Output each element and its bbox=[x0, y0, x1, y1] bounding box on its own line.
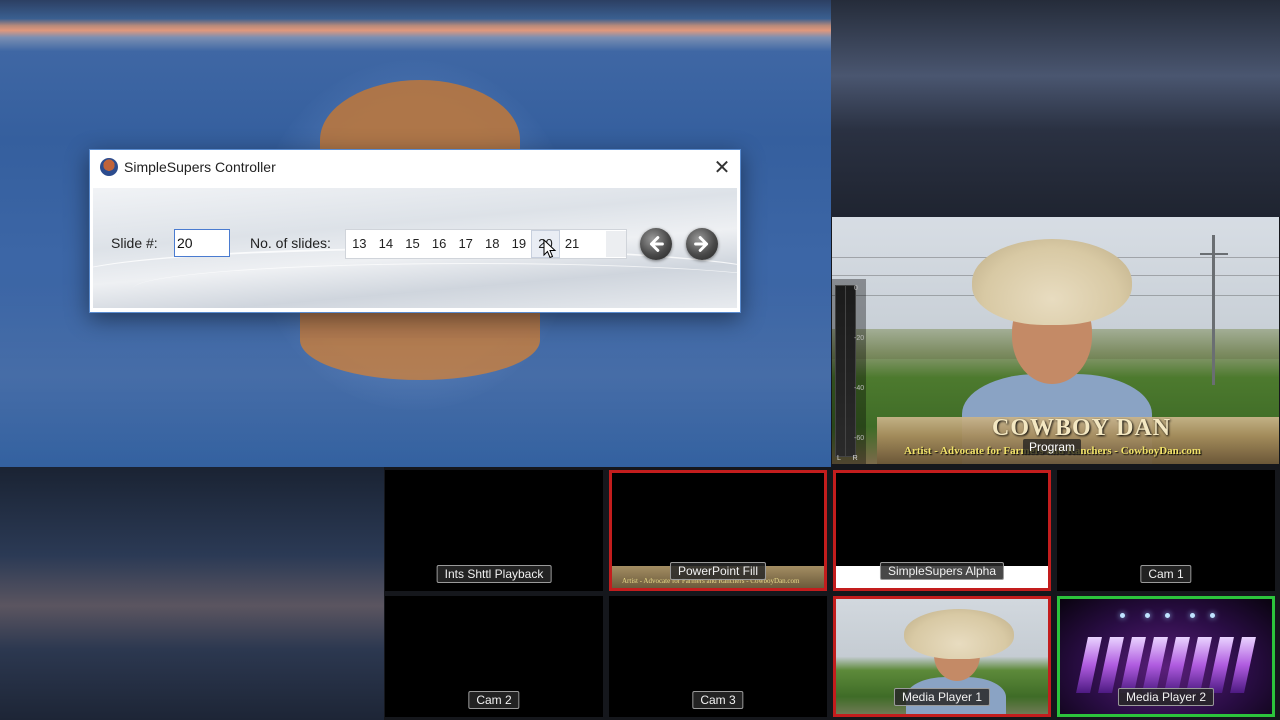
slide-number-item[interactable]: 21 bbox=[559, 231, 586, 257]
multiview-tile-media-player-2[interactable]: Media Player 2 bbox=[1057, 596, 1275, 717]
stage-light bbox=[1165, 613, 1170, 618]
slide-number-label: Slide #: bbox=[111, 235, 158, 251]
stage-column bbox=[1164, 637, 1190, 693]
stage-light bbox=[1210, 613, 1215, 618]
tile-label: Media Player 1 bbox=[893, 688, 991, 706]
slide-number-item[interactable]: 19 bbox=[506, 231, 533, 257]
audio-meter-right bbox=[845, 285, 856, 457]
arrow-left-icon bbox=[649, 236, 664, 252]
multiview-tile-media-player-1[interactable]: Media Player 1 bbox=[833, 596, 1051, 717]
multiview-tile-cam-3[interactable]: Cam 3 bbox=[609, 596, 827, 717]
slide-number-item[interactable]: 16 bbox=[426, 231, 453, 257]
vu-tick: -40 bbox=[854, 385, 865, 392]
lower-third-name: COWBOY DAN bbox=[992, 415, 1172, 441]
stage-column bbox=[1098, 637, 1124, 693]
tile-label: Cam 3 bbox=[692, 691, 744, 709]
multiview-tile-cam-1[interactable]: Cam 1 bbox=[1057, 470, 1275, 591]
stage-column bbox=[1120, 637, 1146, 693]
vu-tick: -20 bbox=[854, 335, 865, 342]
presenter-hat bbox=[904, 609, 1014, 659]
slide-number-item[interactable]: 17 bbox=[452, 231, 479, 257]
tile-label: Media Player 2 bbox=[1117, 688, 1215, 706]
multiview-tile-simplesupers-alpha[interactable]: SimpleSupers Alpha bbox=[833, 470, 1051, 591]
app-logo-icon bbox=[100, 158, 118, 176]
vu-tick: 0 bbox=[854, 285, 858, 292]
stage-light bbox=[1120, 613, 1125, 618]
slide-number-item[interactable]: 15 bbox=[399, 231, 426, 257]
window-title: SimpleSupers Controller bbox=[124, 159, 276, 175]
close-icon: ✕ bbox=[713, 156, 731, 179]
tile-label: SimpleSupers Alpha bbox=[879, 562, 1005, 580]
list-scroll-area[interactable] bbox=[606, 231, 626, 257]
stage-column bbox=[1230, 637, 1256, 693]
stage-column bbox=[1208, 637, 1234, 693]
close-button[interactable]: ✕ bbox=[704, 152, 740, 182]
vu-channel-label: L R bbox=[837, 455, 863, 462]
mouse-cursor-icon bbox=[543, 239, 557, 259]
program-label: Program bbox=[1023, 439, 1082, 455]
tile-label: Cam 2 bbox=[468, 691, 520, 709]
simplesupers-controller-window: SimpleSupers Controller ✕ Slide #: No. o… bbox=[89, 149, 741, 313]
multiview-tile-ints-shttl-playback[interactable]: Ints Shttl Playback bbox=[385, 470, 603, 591]
stage-light bbox=[1145, 613, 1150, 618]
next-slide-button[interactable] bbox=[686, 228, 718, 260]
slide-number-item[interactable]: 13 bbox=[346, 231, 373, 257]
stage-column bbox=[1186, 637, 1212, 693]
stage-column bbox=[1076, 637, 1102, 693]
multiview-tile-powerpoint-fill[interactable]: Artist - Advocate for Farmers and Ranche… bbox=[609, 470, 827, 591]
background-strip-right bbox=[831, 0, 1280, 217]
program-monitor: COWBOY DAN Artist - Advocate for Farmers… bbox=[832, 217, 1279, 464]
slide-number-item[interactable]: 14 bbox=[373, 231, 400, 257]
slide-number-item[interactable]: 18 bbox=[479, 231, 506, 257]
multiview-tile-cam-2[interactable]: Cam 2 bbox=[385, 596, 603, 717]
title-bar[interactable]: SimpleSupers Controller ✕ bbox=[90, 150, 740, 184]
vu-tick: -60 bbox=[854, 435, 865, 442]
background-strip-left bbox=[0, 467, 384, 720]
utility-pole-crossarm bbox=[1200, 253, 1228, 255]
dialog-client-area: Slide #: No. of slides: 1314151617181920… bbox=[93, 188, 737, 308]
slide-number-list[interactable]: 131415161718192021 bbox=[345, 229, 627, 259]
audio-meter: 0 -20 -40 -60 L R bbox=[832, 279, 866, 464]
slide-number-input[interactable] bbox=[174, 229, 230, 257]
presenter-hat bbox=[972, 239, 1132, 325]
tile-label: PowerPoint Fill bbox=[669, 562, 767, 580]
utility-pole bbox=[1212, 235, 1215, 385]
arrow-right-icon bbox=[694, 236, 709, 252]
stage-column bbox=[1142, 637, 1168, 693]
num-slides-label: No. of slides: bbox=[250, 235, 331, 251]
previous-slide-button[interactable] bbox=[640, 228, 672, 260]
tile-label: Ints Shttl Playback bbox=[436, 565, 552, 583]
stage-light bbox=[1190, 613, 1195, 618]
tile-label: Cam 1 bbox=[1140, 565, 1192, 583]
